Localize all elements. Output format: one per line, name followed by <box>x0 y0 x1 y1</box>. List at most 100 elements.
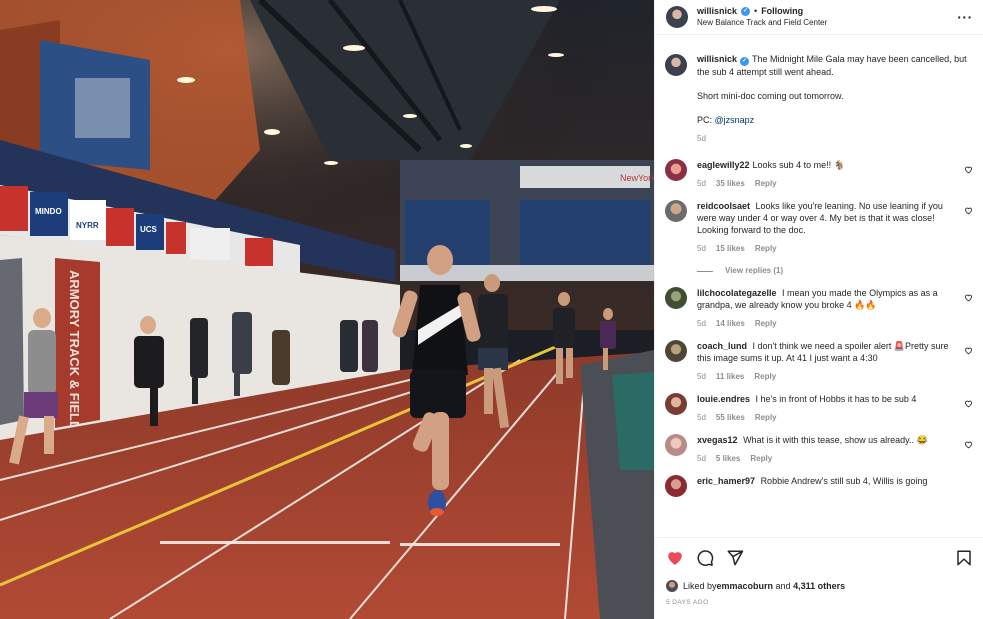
reply-button[interactable]: Reply <box>755 243 777 255</box>
comment-like-heart-icon[interactable] <box>964 206 973 215</box>
comment-username[interactable]: eaglewilly22 <box>697 160 750 170</box>
comment-username[interactable]: coach_lund <box>697 341 747 351</box>
comment-like-heart-icon[interactable] <box>964 399 973 408</box>
comment-meta: 5d 15 likes Reply <box>697 243 955 255</box>
commenter-avatar[interactable] <box>665 340 687 362</box>
comment-age: 5d <box>697 454 706 463</box>
track-race-photo: NewYork MINDO NYRR UCS ARMORY TRACK & FI… <box>0 0 654 619</box>
like-button[interactable] <box>666 549 684 567</box>
more-options-icon[interactable]: ··· <box>957 10 973 24</box>
header-separator: • <box>754 6 758 16</box>
post-photo[interactable]: NewYork MINDO NYRR UCS ARMORY TRACK & FI… <box>0 0 654 619</box>
liker-avatar[interactable] <box>666 580 678 592</box>
comment-text: Robbie Andrew's still sub 4, Willis is g… <box>760 476 928 486</box>
comment-like-heart-icon[interactable] <box>964 346 973 355</box>
comment-item: coach_lund I don't think we need a spoil… <box>665 340 973 383</box>
comment-body: eric_hamer97 Robbie Andrew's still sub 4… <box>697 475 971 497</box>
comment-likes[interactable]: 55 likes <box>716 412 745 424</box>
commenter-avatar[interactable] <box>665 393 687 415</box>
caption-avatar[interactable] <box>665 54 687 76</box>
liked-by-and: and <box>773 581 794 591</box>
comment-body: louie.endres I he's in front of Hobbs it… <box>697 393 971 424</box>
comment-age: 5d <box>697 413 706 422</box>
comment-item: louie.endres I he's in front of Hobbs it… <box>665 393 973 424</box>
comment-item: eaglewilly22 Looks sub 4 to me!! 🐐 5d 35 … <box>665 159 973 190</box>
caption-credit: PC: @jzsnapz <box>697 114 971 126</box>
header-top-row: willisnick ✓ • Following <box>697 5 957 17</box>
comment-meta: 5d 35 likes Reply <box>697 178 955 190</box>
comment-likes[interactable]: 35 likes <box>716 178 745 190</box>
comment-age: 5d <box>697 319 706 328</box>
commenter-avatar[interactable] <box>665 159 687 181</box>
reply-button[interactable]: Reply <box>750 453 772 465</box>
comment-body: reidcoolsaet Looks like you're leaning. … <box>697 200 971 277</box>
comment-age: 5d <box>697 244 706 253</box>
post-action-bar <box>655 537 983 577</box>
photographer-mention-link[interactable]: @jzsnapz <box>715 115 755 125</box>
banner-text-3: UCS <box>140 225 158 234</box>
owner-username[interactable]: willisnick <box>697 5 737 17</box>
comment-button[interactable] <box>696 549 714 567</box>
verified-badge-icon: ✓ <box>741 6 751 16</box>
comment-body: eaglewilly22 Looks sub 4 to me!! 🐐 5d 35 … <box>697 159 971 190</box>
post-date[interactable]: 5 DAYS AGO <box>655 595 983 619</box>
post-side-panel: willisnick ✓ • Following New Balance Tra… <box>654 0 983 619</box>
comments-list[interactable]: willisnick ✓ The Midnight Mile Gala may ha… <box>655 35 983 537</box>
reply-button[interactable]: Reply <box>755 178 777 190</box>
comment-like-heart-icon[interactable] <box>964 165 973 174</box>
comment-like-heart-icon[interactable] <box>964 293 973 302</box>
comment-likes[interactable]: 5 likes <box>716 453 740 465</box>
comment-username[interactable]: lilchocolategazelle <box>697 288 777 298</box>
comment-meta: 5d 5 likes Reply <box>697 453 955 465</box>
caption-credit-prefix: PC: <box>697 115 715 125</box>
comment-username[interactable]: xvegas12 <box>697 435 738 445</box>
reply-button[interactable]: Reply <box>755 318 777 330</box>
post-header: willisnick ✓ • Following New Balance Tra… <box>655 0 983 35</box>
reply-button[interactable]: Reply <box>755 412 777 424</box>
caption-meta: 5d <box>697 133 971 145</box>
share-button[interactable] <box>726 549 744 567</box>
save-button[interactable] <box>955 549 973 567</box>
following-button[interactable]: Following <box>761 5 803 17</box>
liked-by-others-link[interactable]: 4,311 others <box>793 581 845 591</box>
commenter-avatar[interactable] <box>665 434 687 456</box>
comment-likes[interactable]: 14 likes <box>716 318 745 330</box>
share-icon <box>727 550 744 565</box>
commenter-avatar[interactable] <box>665 287 687 309</box>
view-replies-button[interactable]: View replies (1) <box>697 265 955 277</box>
caption-body: willisnick ✓ The Midnight Mile Gala may ha… <box>697 53 971 145</box>
comment-body: xvegas12 What is it with this tease, sho… <box>697 434 971 465</box>
view-replies-line <box>697 270 713 272</box>
post-location[interactable]: New Balance Track and Field Center <box>697 17 957 29</box>
caption-text-2: Short mini-doc coming out tomorrow. <box>697 91 844 101</box>
comment-item: lilchocolategazelle I mean you made the … <box>665 287 973 330</box>
comment-username[interactable]: reidcoolsaet <box>697 201 750 211</box>
commenter-avatar[interactable] <box>665 200 687 222</box>
header-text: willisnick ✓ • Following New Balance Tra… <box>697 5 957 29</box>
commenter-avatar[interactable] <box>665 475 687 497</box>
liked-by-user-link[interactable]: emmacoburn <box>717 581 774 591</box>
instagram-post-view: NewYork MINDO NYRR UCS ARMORY TRACK & FI… <box>0 0 983 619</box>
caption-username[interactable]: willisnick <box>697 54 737 64</box>
owner-avatar[interactable] <box>666 6 688 28</box>
caption-text-1: The Midnight Mile Gala may have been can… <box>697 54 967 77</box>
comment-text: Looks sub 4 to me!! 🐐 <box>752 160 845 170</box>
bookmark-icon <box>957 550 971 565</box>
banner-text-2: NYRR <box>76 221 99 230</box>
caption-age: 5d <box>697 134 706 143</box>
comment-meta: 5d 11 likes Reply <box>697 371 955 383</box>
comment-likes[interactable]: 11 likes <box>716 371 744 383</box>
comment-item: eric_hamer97 Robbie Andrew's still sub 4… <box>665 475 971 497</box>
comment-likes[interactable]: 15 likes <box>716 243 745 255</box>
comment-item: xvegas12 What is it with this tease, sho… <box>665 434 973 465</box>
comment-username[interactable]: louie.endres <box>697 394 750 404</box>
caption-verified-badge-icon: ✓ <box>740 57 750 66</box>
comment-text: I he's in front of Hobbs it has to be su… <box>755 394 917 404</box>
liked-by-row: Liked by emmacoburn and 4,311 others <box>655 577 983 595</box>
comment-like-heart-icon[interactable] <box>964 440 973 449</box>
comment-body: coach_lund I don't think we need a spoil… <box>697 340 971 383</box>
heart-filled-icon <box>668 551 682 565</box>
comment-text: What is it with this tease, show us alre… <box>743 435 928 445</box>
reply-button[interactable]: Reply <box>754 371 776 383</box>
comment-username[interactable]: eric_hamer97 <box>697 476 755 486</box>
